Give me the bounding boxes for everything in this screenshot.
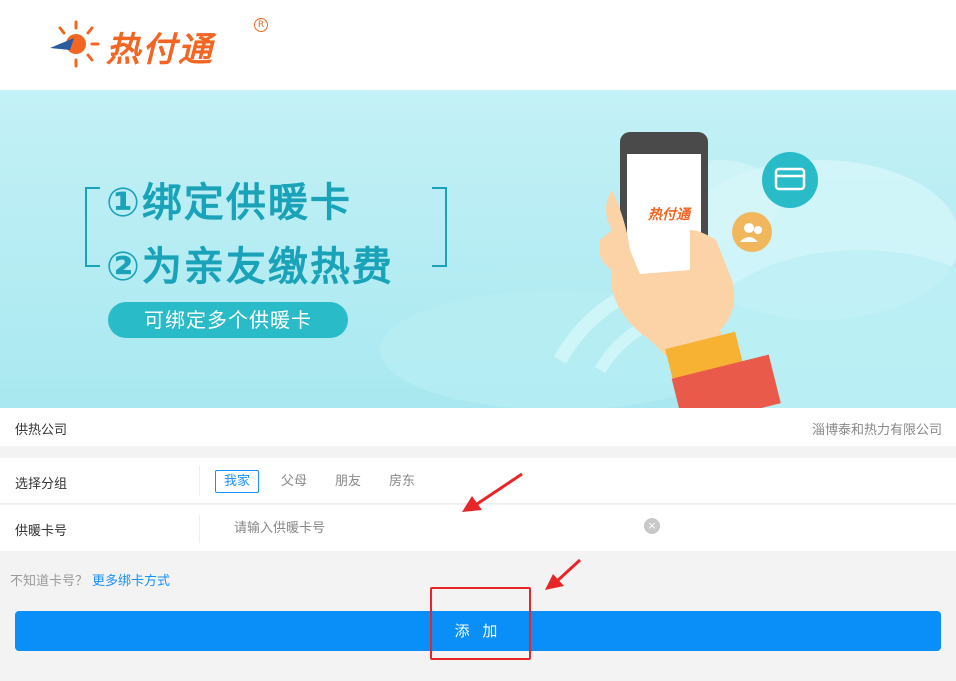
highlight-box bbox=[430, 587, 531, 660]
group-option-landlord[interactable]: 房东 bbox=[380, 470, 424, 493]
clear-icon[interactable]: × bbox=[644, 518, 660, 534]
phone-screen-logo: 热付通 bbox=[648, 207, 690, 223]
group-row: 选择分组 我家 父母 朋友 房东 bbox=[0, 458, 956, 504]
divider bbox=[199, 515, 200, 543]
group-label: 选择分组 bbox=[15, 477, 68, 492]
group-option-parents[interactable]: 父母 bbox=[272, 470, 316, 493]
company-row: 供热公司 淄博泰和热力有限公司 bbox=[0, 408, 956, 446]
company-label: 供热公司 bbox=[15, 423, 68, 438]
card-number-row: 供暖卡号 bbox=[0, 505, 956, 551]
logo-text: 热付通 bbox=[106, 30, 214, 70]
logo-sun-icon bbox=[50, 20, 100, 68]
banner-line-2: ②为亲友缴热费 bbox=[106, 244, 394, 290]
more-bind-methods-link[interactable]: 更多绑卡方式 bbox=[92, 574, 170, 589]
header: 热付通 R bbox=[0, 0, 956, 90]
registered-icon: R bbox=[254, 18, 268, 32]
company-value: 淄博泰和热力有限公司 bbox=[811, 423, 942, 438]
divider bbox=[199, 466, 200, 496]
page: 热付通 R ①绑定供暖卡 ②为亲友缴热费 可绑定多个供暖卡 热付通 供热公司 淄… bbox=[0, 0, 956, 681]
card-number-input[interactable] bbox=[234, 516, 634, 540]
group-option-home[interactable]: 我家 bbox=[215, 470, 260, 493]
promo-banner[interactable]: ①绑定供暖卡 ②为亲友缴热费 可绑定多个供暖卡 热付通 bbox=[0, 90, 956, 408]
group-option-friends[interactable]: 朋友 bbox=[326, 470, 370, 493]
arrow-icon bbox=[545, 574, 564, 590]
help-text: 不知道卡号？ 更多绑卡方式 bbox=[10, 570, 170, 589]
logo: 热付通 R bbox=[48, 18, 278, 70]
card-number-label: 供暖卡号 bbox=[15, 524, 68, 539]
banner-pill: 可绑定多个供暖卡 bbox=[108, 302, 348, 338]
banner-line-1: ①绑定供暖卡 bbox=[106, 180, 352, 226]
help-question: 不知道卡号？ bbox=[10, 574, 89, 589]
